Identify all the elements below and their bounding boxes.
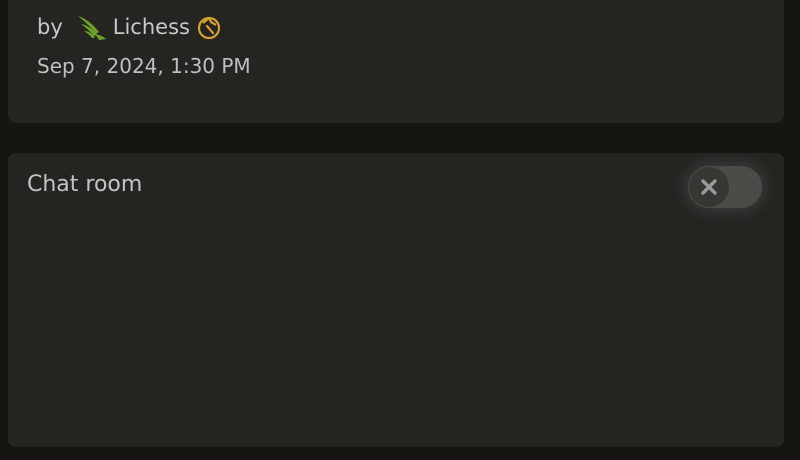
author-link[interactable]: Lichess	[113, 15, 190, 39]
chat-toggle[interactable]	[688, 166, 762, 208]
by-label: by	[37, 15, 63, 39]
post-datetime: Sep 7, 2024, 1:30 PM	[37, 54, 251, 78]
patron-horse-icon	[196, 14, 222, 40]
lichess-wing-icon	[75, 12, 107, 42]
chat-room-panel: Chat room	[8, 153, 784, 447]
post-meta-card: by Lichess Sep 7, 2024, 1:30 PM	[8, 0, 784, 123]
close-icon	[701, 179, 717, 195]
chat-room-title: Chat room	[27, 172, 143, 197]
toggle-knob	[689, 167, 729, 207]
byline: by Lichess	[37, 12, 222, 42]
